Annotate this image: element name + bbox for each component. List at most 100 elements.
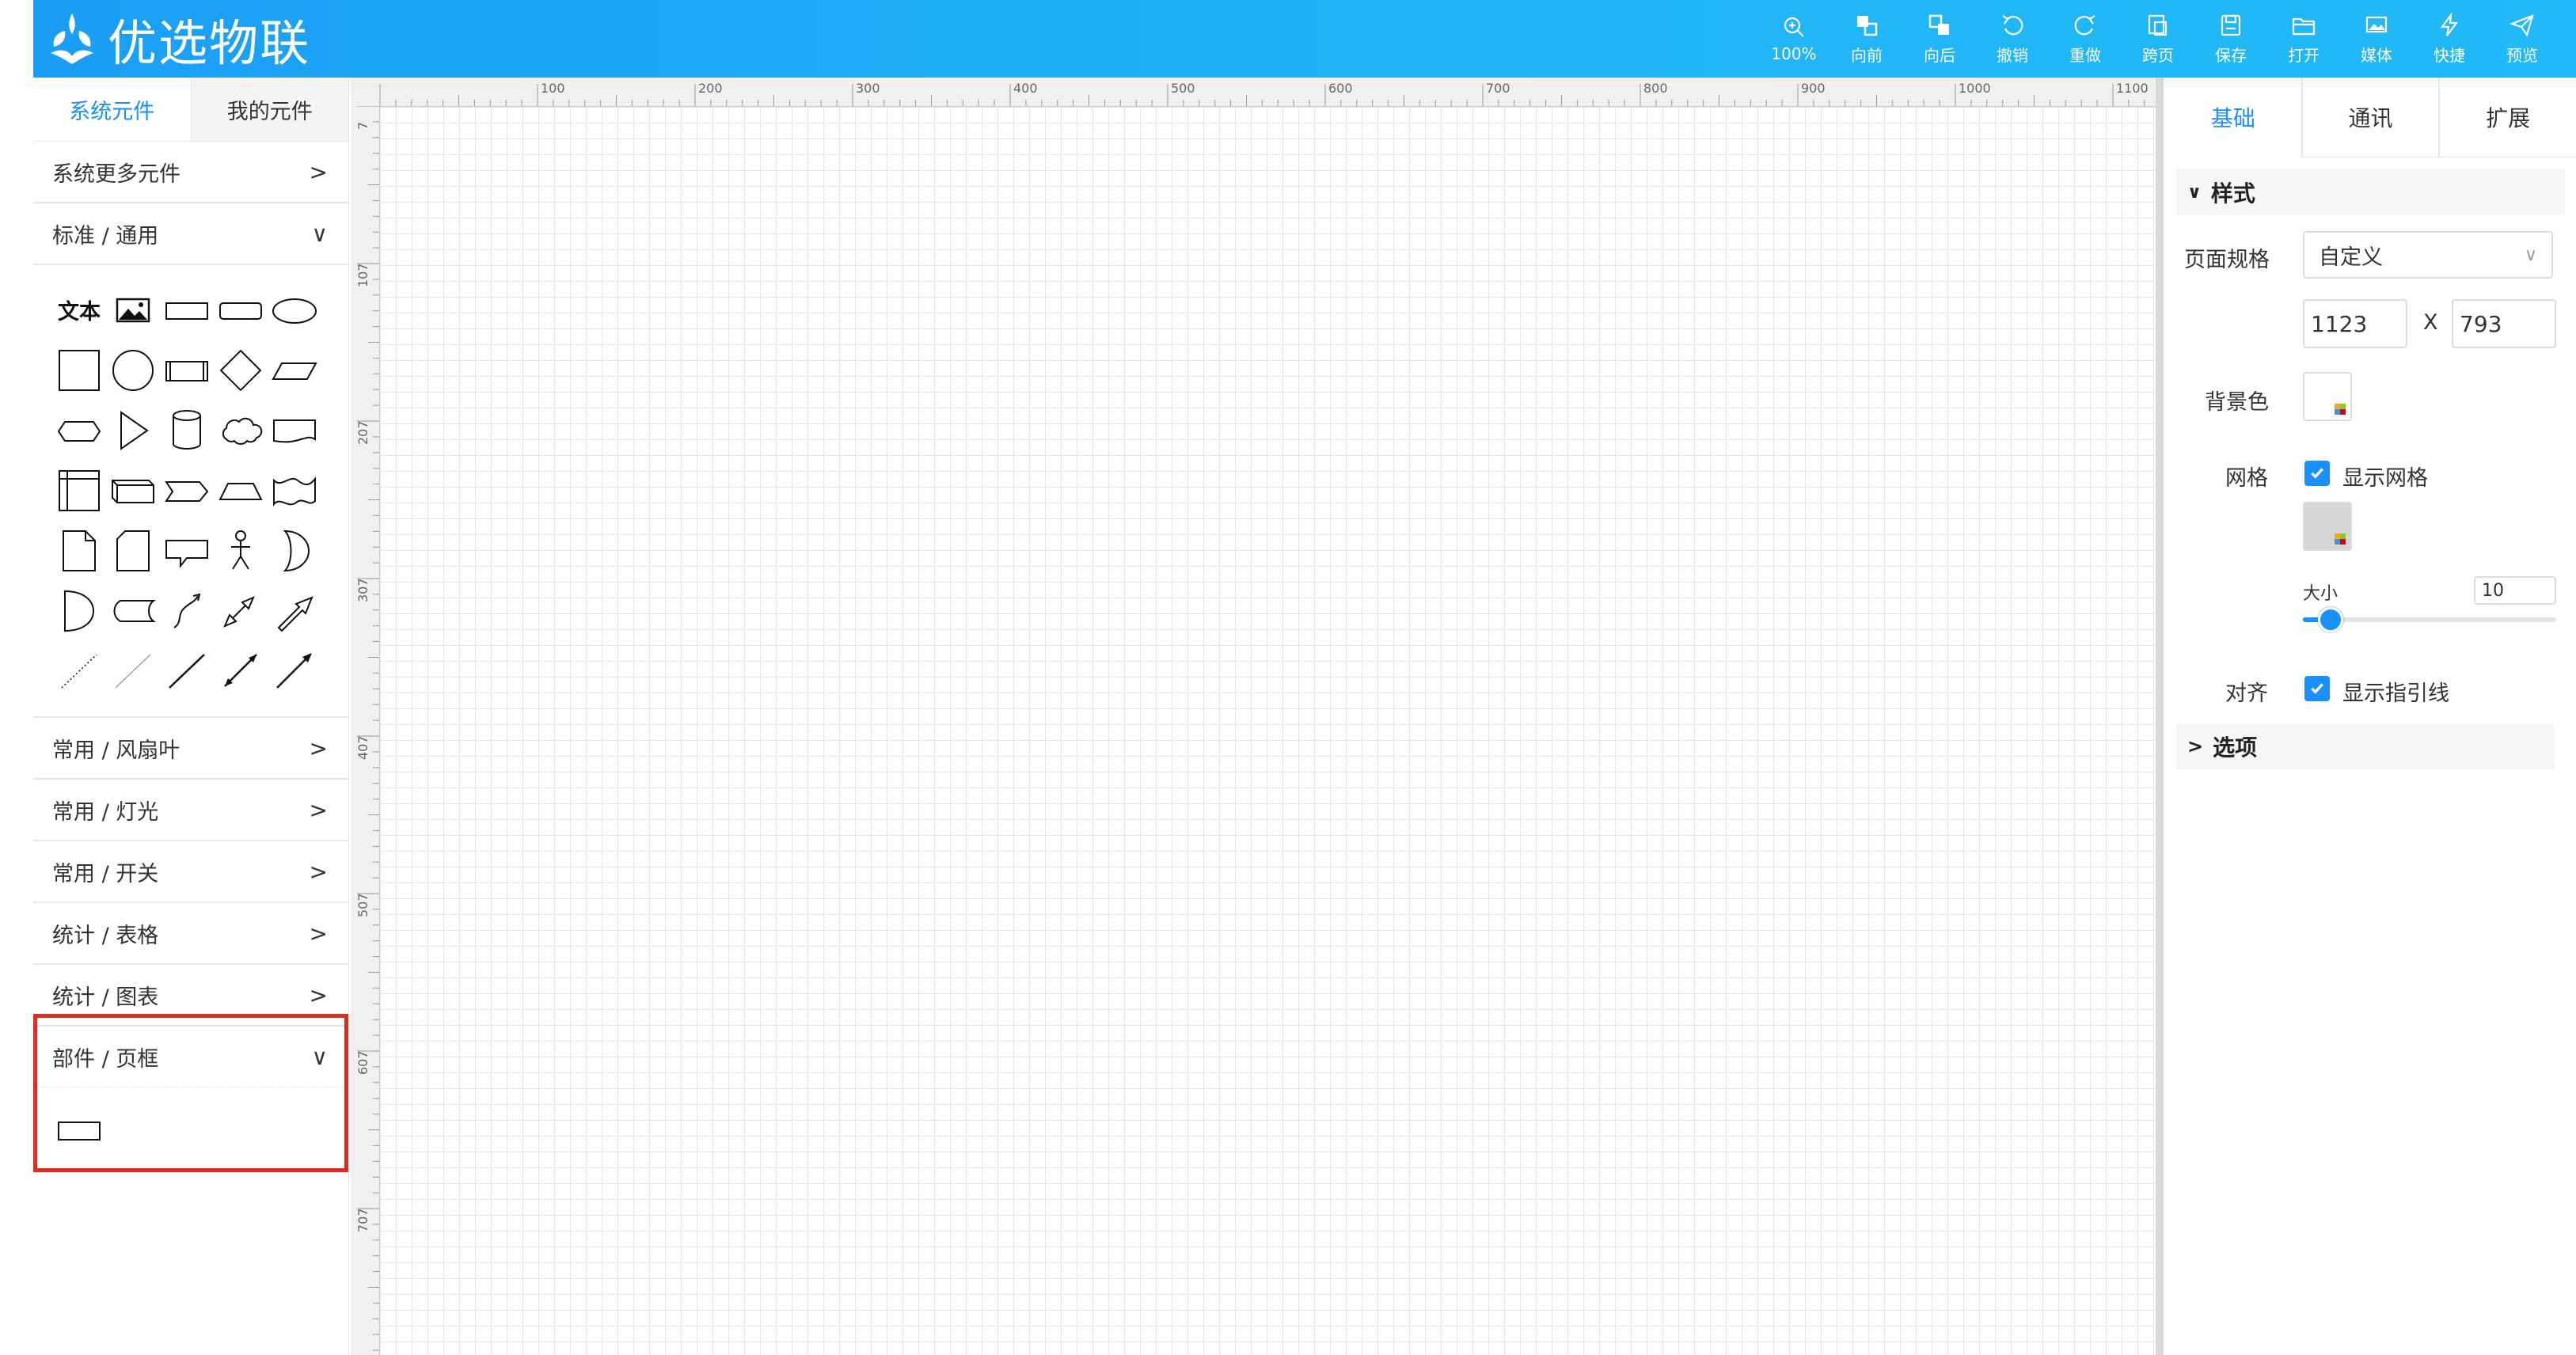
grid-size-value: 10 [2482, 580, 2504, 601]
redo-icon [2074, 14, 2095, 35]
chevron-right-icon: > [309, 158, 328, 185]
media-button[interactable]: 媒体 [2340, 0, 2413, 78]
delay-shape[interactable] [52, 580, 106, 640]
page-size-value: 自定义 [2319, 245, 2383, 270]
component-tabs: 系统元件 我的元件 [33, 78, 348, 142]
bring-forward-icon [1857, 15, 1878, 36]
curve-arrow-shape[interactable] [160, 580, 214, 640]
stored-data-shape[interactable] [268, 520, 321, 580]
tape-icon [273, 476, 316, 507]
folder-open-icon [2292, 17, 2316, 35]
vertical-scrollbar[interactable] [2156, 78, 2164, 1355]
page-height-input[interactable]: 793 [2452, 299, 2556, 348]
data-storage-shape[interactable] [106, 580, 160, 640]
ruler-top-label: 400 [1013, 81, 1038, 96]
ruler-top-label: 300 [856, 81, 880, 96]
send-backward-icon [1928, 14, 1949, 35]
tab-system-components[interactable]: 系统元件 [33, 78, 191, 141]
send-backward-button[interactable]: 向后 [1903, 0, 1976, 78]
tape-shape[interactable] [268, 460, 321, 520]
actor-shape[interactable] [214, 520, 268, 580]
color-palette-icon [2335, 404, 2346, 415]
text-shape[interactable]: 文本 [52, 279, 106, 340]
bring-forward-label: 向前 [1851, 45, 1883, 65]
ruler-top-label: 500 [1171, 81, 1195, 96]
section-table[interactable]: 统计 / 表格 > [33, 903, 348, 965]
bring-forward-button[interactable]: 向前 [1830, 0, 1903, 78]
section-fan[interactable]: 常用 / 风扇叶 > [33, 718, 348, 780]
redo-button[interactable]: 重做 [2049, 0, 2122, 78]
internal-storage-shape[interactable] [52, 460, 106, 520]
circle-shape[interactable] [106, 340, 160, 400]
cross-page-button[interactable]: 跨页 [2122, 0, 2194, 78]
line-shape[interactable] [160, 640, 214, 700]
color-palette-icon [2335, 533, 2346, 545]
dotted-line-icon [61, 654, 97, 689]
diamond-shape[interactable] [214, 340, 268, 400]
page-width-input[interactable]: 1123 [2303, 299, 2407, 348]
tab-extension[interactable]: 扩展 [2438, 78, 2576, 158]
chevron-right-icon: > [309, 858, 328, 885]
send-backward-label: 向后 [1924, 45, 1955, 65]
shortcut-label: 快捷 [2434, 45, 2465, 65]
drawing-canvas[interactable]: 100 200 300 400 500 600 700 800 900 1000 1100 7 107… [351, 78, 2164, 1355]
grid-size-input[interactable]: 10 [2474, 576, 2556, 605]
trapezoid-shape[interactable] [214, 460, 268, 520]
process-shape[interactable] [160, 340, 214, 400]
leaf-logo-icon [51, 13, 93, 64]
page-size-select[interactable]: 自定义 ∨ [2303, 231, 2553, 279]
undo-button[interactable]: 撤销 [1976, 0, 2049, 78]
send-icon [2510, 13, 2534, 37]
ellipse-shape[interactable] [268, 279, 321, 340]
canvas-page[interactable] [380, 107, 2164, 1355]
page-icon [63, 530, 96, 571]
save-button[interactable]: 保存 [2194, 0, 2267, 78]
section-light[interactable]: 常用 / 灯光 > [33, 780, 348, 841]
preview-button[interactable]: 预览 [2486, 0, 2559, 78]
image-shape[interactable] [106, 279, 160, 340]
section-switch[interactable]: 常用 / 开关 > [33, 841, 348, 903]
style-group-header[interactable]: ∨ 样式 [2176, 169, 2565, 215]
section-standard[interactable]: 标准 / 通用 ∨ [33, 203, 348, 265]
tab-my-components[interactable]: 我的元件 [190, 78, 348, 141]
options-group-header[interactable]: > 选项 [2176, 723, 2554, 769]
cloud-shape[interactable] [214, 400, 268, 460]
section-more-components[interactable]: 系统更多元件 > [33, 142, 348, 203]
callout-shape[interactable] [160, 520, 214, 580]
open-button[interactable]: 打开 [2267, 0, 2340, 78]
card-shape[interactable] [106, 520, 160, 580]
toolbar: 100% 向前 向后 撤销 重做 跨页 保存 打开 媒体 快捷 预览 [1757, 0, 2559, 78]
arrow-line-shape[interactable] [268, 640, 321, 700]
card-icon [116, 530, 150, 571]
zoom-button[interactable]: 100% [1757, 0, 1830, 78]
tab-basic[interactable]: 基础 [2165, 78, 2301, 157]
bg-color-picker[interactable] [2303, 372, 2352, 421]
tab-communication[interactable]: 通讯 [2301, 78, 2439, 158]
cube-shape[interactable] [106, 460, 160, 520]
actor-icon [231, 530, 250, 570]
data-storage-icon [113, 600, 156, 622]
show-guides-checkbox[interactable] [2304, 676, 2330, 701]
rectangle-shape[interactable] [160, 279, 214, 340]
arrow-shape[interactable] [268, 580, 321, 640]
grid-size-slider-knob[interactable] [2318, 607, 2343, 632]
trapezoid-icon [218, 483, 263, 500]
step-shape[interactable] [160, 460, 214, 520]
document-shape[interactable] [268, 400, 321, 460]
stored-data-icon [283, 529, 310, 572]
cylinder-shape[interactable] [160, 400, 214, 460]
dotted-line-shape[interactable] [52, 640, 106, 700]
rounded-rectangle-shape[interactable] [214, 279, 268, 340]
parallelogram-shape[interactable] [268, 340, 321, 400]
thin-line-shape[interactable] [106, 640, 160, 700]
grid-color-picker[interactable] [2303, 502, 2352, 551]
undo-label: 撤销 [1997, 45, 2028, 65]
show-grid-checkbox[interactable] [2304, 461, 2330, 486]
double-arrow-shape[interactable] [214, 580, 268, 640]
double-arrow-line-shape[interactable] [214, 640, 268, 700]
triangle-shape[interactable] [106, 400, 160, 460]
square-shape[interactable] [52, 340, 106, 400]
shortcut-button[interactable]: 快捷 [2413, 0, 2486, 78]
hexagon-shape[interactable] [52, 400, 106, 460]
page-shape[interactable] [52, 520, 106, 580]
